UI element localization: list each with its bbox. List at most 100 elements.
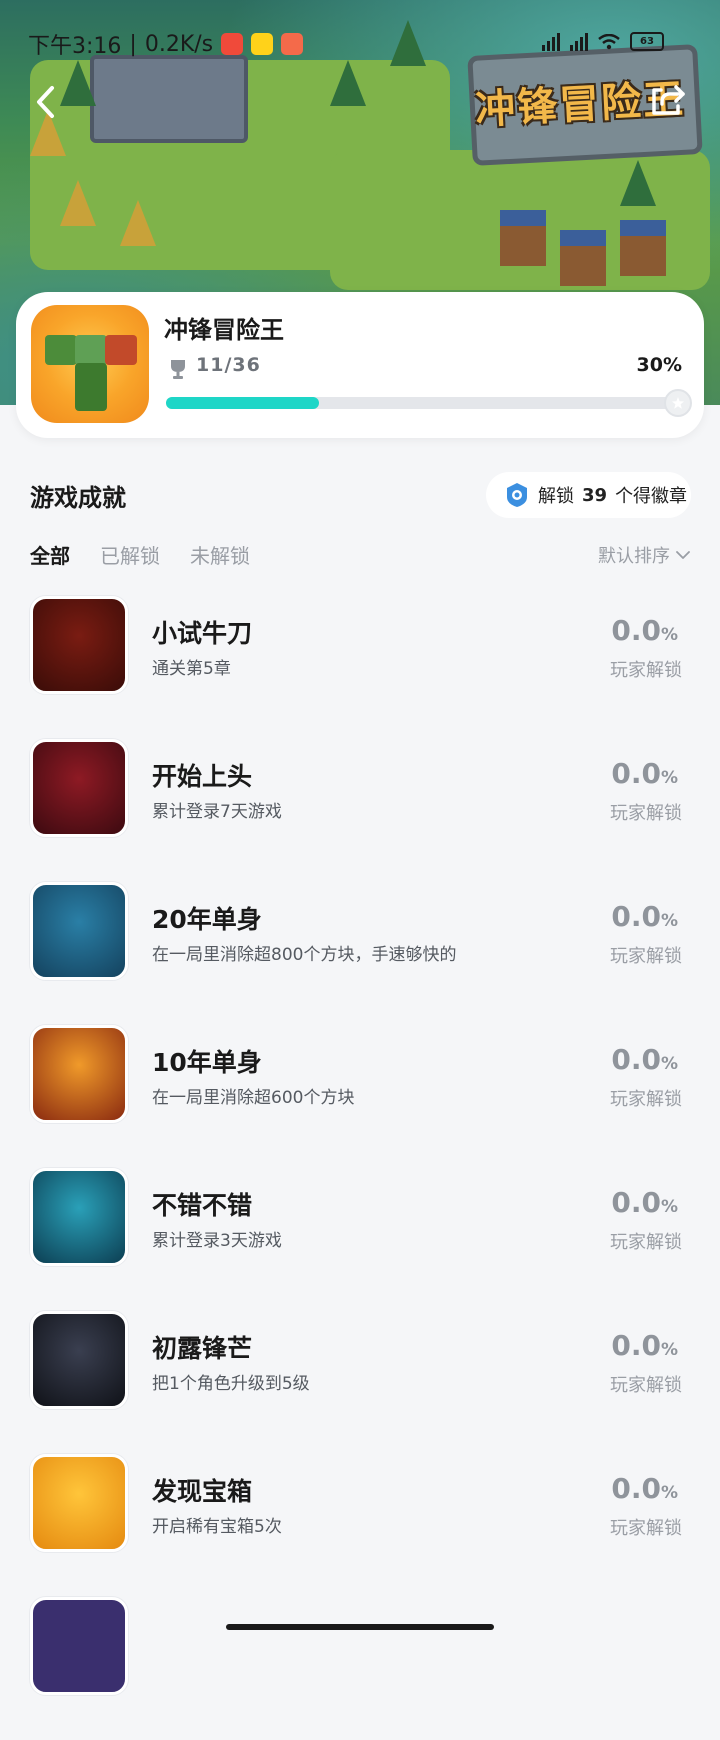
tree-icon xyxy=(620,160,656,206)
achievement-row[interactable]: 发现宝箱 开启稀有宝箱5次 0.0% 玩家解锁 xyxy=(0,1454,720,1597)
status-bar: 下午3:16 | 0.2K/s xyxy=(28,28,304,60)
signal-icon xyxy=(570,32,588,51)
unlock-rate: 0.0% xyxy=(611,1472,678,1505)
glowing-orb-icon xyxy=(30,1168,128,1266)
unlock-rate-unit: % xyxy=(660,1340,678,1360)
notification-app-icon xyxy=(221,33,244,55)
unlock-rate-unit: % xyxy=(660,625,678,645)
unlock-rate: 0.0% xyxy=(611,1186,678,1219)
notification-app-icon xyxy=(251,33,274,55)
hut-icon xyxy=(560,230,606,286)
achievement-name: 开始上头 xyxy=(152,762,253,791)
unlock-rate-unit: % xyxy=(660,768,678,788)
achievement-desc: 累计登录7天游戏 xyxy=(152,802,282,822)
achievement-row[interactable]: 初露锋芒 把1个角色升级到5级 0.0% 玩家解锁 xyxy=(0,1311,720,1454)
achievement-name: 小试牛刀 xyxy=(152,619,253,648)
game-title: 冲锋冒险王 xyxy=(164,316,284,344)
unlock-rate-label: 玩家解锁 xyxy=(610,660,682,681)
tree-icon xyxy=(390,20,426,66)
home-indicator[interactable] xyxy=(226,1624,494,1630)
banner-castle xyxy=(90,55,248,143)
star-icon xyxy=(672,397,684,409)
achievement-list: 小试牛刀 通关第5章 0.0% 玩家解锁 开始上头 累计登录7天游戏 0.0% … xyxy=(0,596,720,1740)
share-button[interactable] xyxy=(650,82,686,118)
game-app-icon[interactable] xyxy=(31,305,149,423)
game-info-card: 冲锋冒险王 11/36 30% xyxy=(16,292,704,438)
music-note-icon xyxy=(30,1454,128,1552)
tree-icon xyxy=(60,180,96,226)
badge-icon xyxy=(507,483,527,507)
unlock-rate-unit: % xyxy=(660,1197,678,1217)
tab-unlocked[interactable]: 已解锁 xyxy=(100,540,160,569)
unlock-rate-value: 0.0 xyxy=(611,757,661,790)
status-time: 下午3:16 xyxy=(28,34,122,59)
achievement-desc: 开启稀有宝箱5次 xyxy=(152,1517,282,1537)
tab-all[interactable]: 全部 xyxy=(30,540,70,569)
sort-label: 默认排序 xyxy=(598,546,670,567)
achievement-desc: 把1个角色升级到5级 xyxy=(152,1374,310,1394)
status-speed: 0.2K/s xyxy=(144,31,214,57)
unlock-rate-label: 玩家解锁 xyxy=(610,1518,682,1539)
sort-dropdown[interactable]: 默认排序 xyxy=(598,542,690,568)
achievement-count: 11/36 xyxy=(196,354,261,376)
fire-crowd-icon xyxy=(30,1025,128,1123)
badge-count: 39 xyxy=(582,484,608,506)
game-icon-block xyxy=(75,363,107,411)
filter-tabs: 全部 已解锁 未解锁 xyxy=(30,540,250,569)
progress-fill xyxy=(166,397,319,409)
tree-icon xyxy=(60,60,96,106)
unlock-rate: 0.0% xyxy=(611,757,678,790)
unlock-rate-unit: % xyxy=(660,1483,678,1503)
unlock-rate-value: 0.0 xyxy=(611,900,661,933)
game-icon-block xyxy=(105,335,137,365)
achievement-row[interactable]: 小试牛刀 通关第5章 0.0% 玩家解锁 xyxy=(0,596,720,739)
unlock-rate-label: 玩家解锁 xyxy=(610,1375,682,1396)
two-characters-icon xyxy=(30,882,128,980)
achievement-name: 20年单身 xyxy=(152,905,262,934)
hut-icon xyxy=(620,220,666,276)
achievement-icon xyxy=(30,1597,128,1695)
status-divider: | xyxy=(129,31,137,57)
tree-icon xyxy=(120,200,156,246)
unlock-rate-label: 玩家解锁 xyxy=(610,946,682,967)
back-button[interactable] xyxy=(30,82,60,122)
progress-end-marker xyxy=(664,389,692,417)
progress-percent: 30% xyxy=(636,354,682,376)
wifi-icon xyxy=(598,33,620,49)
section-title: 游戏成就 xyxy=(30,484,126,512)
status-right: 63 xyxy=(542,32,664,51)
achievement-name: 初露锋芒 xyxy=(152,1334,253,1363)
achievement-name: 10年单身 xyxy=(152,1048,262,1077)
badge-unlock-pill[interactable]: 解锁 39 个得徽章 xyxy=(486,472,691,518)
unlock-rate-unit: % xyxy=(660,911,678,931)
achievement-name: 不错不错 xyxy=(152,1191,253,1220)
tab-locked[interactable]: 未解锁 xyxy=(190,540,250,569)
achievement-row[interactable]: 20年单身 在一局里消除超800个方块，手速够快的 0.0% 玩家解锁 xyxy=(0,882,720,1025)
achievement-name: 发现宝箱 xyxy=(152,1477,253,1506)
achievement-row[interactable]: 10年单身 在一局里消除超600个方块 0.0% 玩家解锁 xyxy=(0,1025,720,1168)
share-icon xyxy=(652,85,685,115)
unlock-rate-value: 0.0 xyxy=(611,1329,661,1362)
unlock-rate-unit: % xyxy=(660,1054,678,1074)
unlock-rate-label: 玩家解锁 xyxy=(610,1232,682,1253)
hut-icon xyxy=(500,210,546,266)
achievement-row[interactable]: 开始上头 累计登录7天游戏 0.0% 玩家解锁 xyxy=(0,739,720,882)
badge-suffix: 个得徽章 xyxy=(615,486,688,507)
achievement-desc: 在一局里消除超600个方块 xyxy=(152,1088,355,1108)
achievement-desc: 累计登录3天游戏 xyxy=(152,1231,282,1251)
chevron-left-icon xyxy=(37,86,54,118)
unlock-rate-value: 0.0 xyxy=(611,614,661,647)
achievement-row[interactable]: 不错不错 累计登录3天游戏 0.0% 玩家解锁 xyxy=(0,1168,720,1311)
unlock-rate-value: 0.0 xyxy=(611,1043,661,1076)
unlock-rate: 0.0% xyxy=(611,900,678,933)
ghost-character-icon xyxy=(30,1311,128,1409)
sword-hero-icon xyxy=(30,596,128,694)
unlock-rate-label: 玩家解锁 xyxy=(610,1089,682,1110)
achievement-row[interactable] xyxy=(0,1597,720,1740)
game-icon-block xyxy=(75,335,107,365)
trophy-icon xyxy=(171,360,185,379)
unlock-rate: 0.0% xyxy=(611,614,678,647)
notification-app-icon xyxy=(281,33,304,55)
achievement-desc: 在一局里消除超800个方块，手速够快的 xyxy=(152,945,457,965)
chevron-down-icon xyxy=(676,551,690,559)
